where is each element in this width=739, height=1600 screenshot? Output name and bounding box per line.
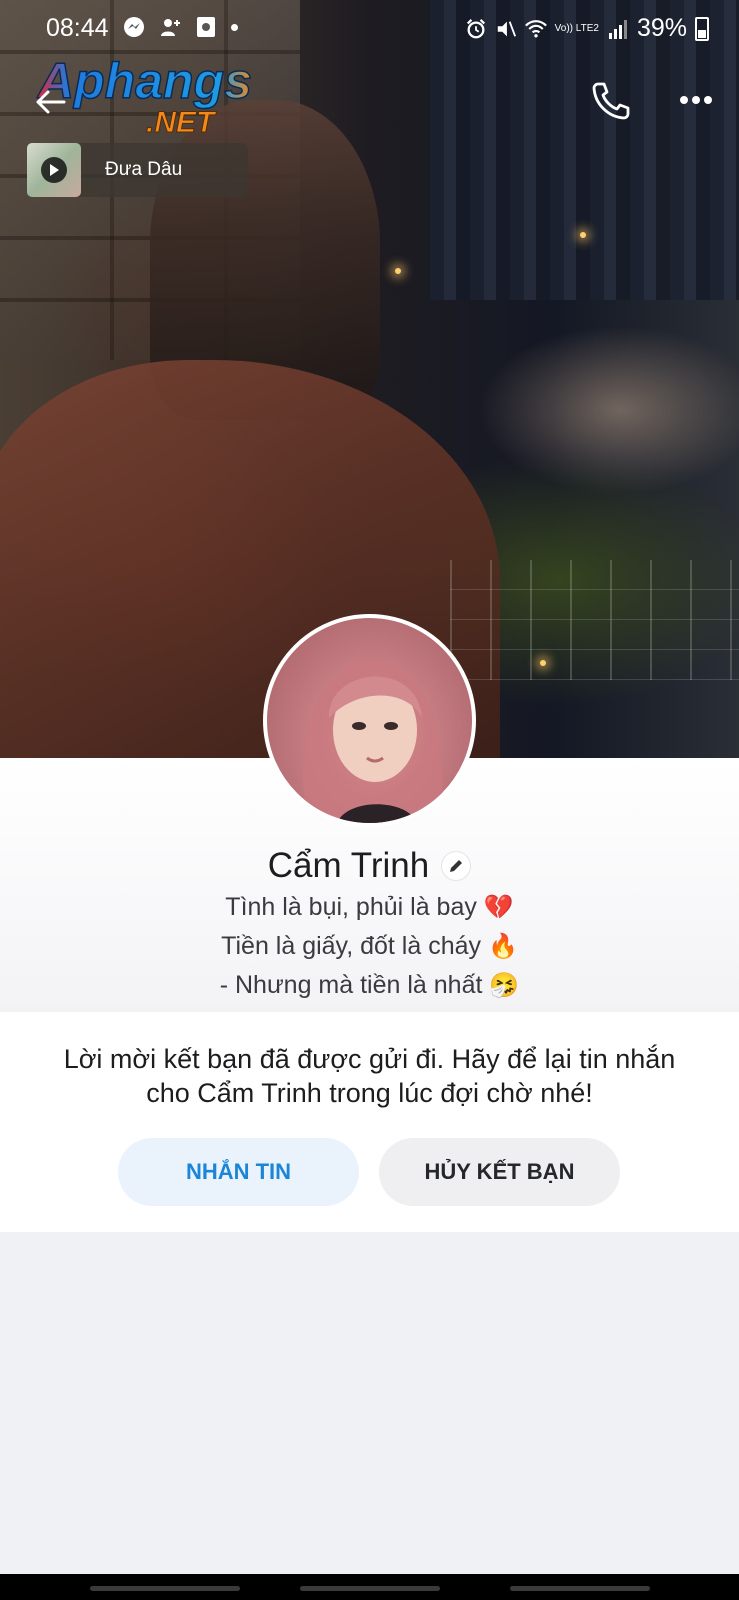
broken-heart-icon: 💔: [483, 894, 514, 921]
play-icon: [41, 157, 67, 183]
more-notifications-dot-icon: [231, 23, 238, 31]
call-button[interactable]: [588, 78, 634, 124]
cover-fence: [450, 560, 739, 680]
music-thumbnail: [27, 143, 81, 197]
back-button[interactable]: [30, 82, 70, 122]
bio-line-text: Tiền là giấy, đốt là cháy: [221, 932, 482, 960]
cancel-friend-request-button[interactable]: HỦY KẾT BẠN: [379, 1138, 620, 1206]
nav-back-button[interactable]: [510, 1586, 650, 1591]
add-friend-notification-icon: [159, 16, 181, 38]
watermark-logo: Aphangs .NET: [35, 52, 266, 139]
bio-line: Tiền là giấy, đốt là cháy 🔥: [0, 932, 739, 961]
mute-icon: [495, 18, 517, 40]
system-icons: Vo)) LTE2 39%: [465, 14, 709, 43]
watermark-line2: .NET: [146, 106, 217, 138]
edit-nickname-button[interactable]: [441, 851, 472, 881]
bio-line: - Nhưng mà tiền là nhất 🤧: [0, 971, 739, 1000]
avatar-portrait: [303, 658, 443, 823]
nav-recent-apps-button[interactable]: [90, 1586, 240, 1591]
wifi-icon: [524, 18, 547, 40]
message-button[interactable]: NHẮN TIN: [118, 1138, 359, 1206]
notification-icons: [123, 16, 238, 38]
profile-name: Cẩm Trinh: [267, 846, 430, 885]
photo-notification-icon: [195, 16, 217, 38]
friend-request-message: Lời mời kết bạn đã được gửi đi. Hãy để l…: [63, 1044, 676, 1108]
sneezing-face-icon: 🤧: [489, 972, 520, 999]
cover-light: [395, 268, 401, 274]
profile-content-area: [0, 1232, 739, 1574]
fire-icon: 🔥: [487, 933, 518, 960]
phone-icon: [592, 82, 630, 120]
alarm-icon: [465, 18, 487, 40]
profile-music-chip[interactable]: Đưa Dâu: [27, 143, 248, 197]
bio-line: Tình là bụi, phủi là bay 💔: [0, 893, 739, 922]
messenger-icon: [123, 16, 145, 38]
battery-percent: 39%: [636, 14, 687, 42]
more-options-button[interactable]: [676, 82, 720, 118]
music-title: Đưa Dâu: [105, 159, 183, 180]
network-type-label: Vo)) LTE2: [554, 22, 599, 34]
bio-line-text: Tình là bụi, phủi là bay: [225, 893, 477, 921]
profile-name-row: Cẩm Trinh: [0, 846, 739, 886]
signal-icon: [607, 18, 629, 40]
cover-light: [580, 232, 586, 238]
battery-icon: [695, 16, 709, 41]
arrow-left-icon: [36, 90, 66, 114]
pencil-icon: [450, 860, 463, 872]
status-time: 08:44: [46, 14, 109, 42]
more-dots-icon: [680, 96, 712, 104]
status-bar: 08:44 Vo)) LTE2 39%: [0, 0, 739, 56]
bio-line-text: - Nhưng mà tiền là nhất: [219, 971, 483, 999]
nav-home-button[interactable]: [300, 1586, 440, 1591]
profile-avatar[interactable]: [263, 614, 476, 827]
cover-light: [540, 660, 546, 666]
